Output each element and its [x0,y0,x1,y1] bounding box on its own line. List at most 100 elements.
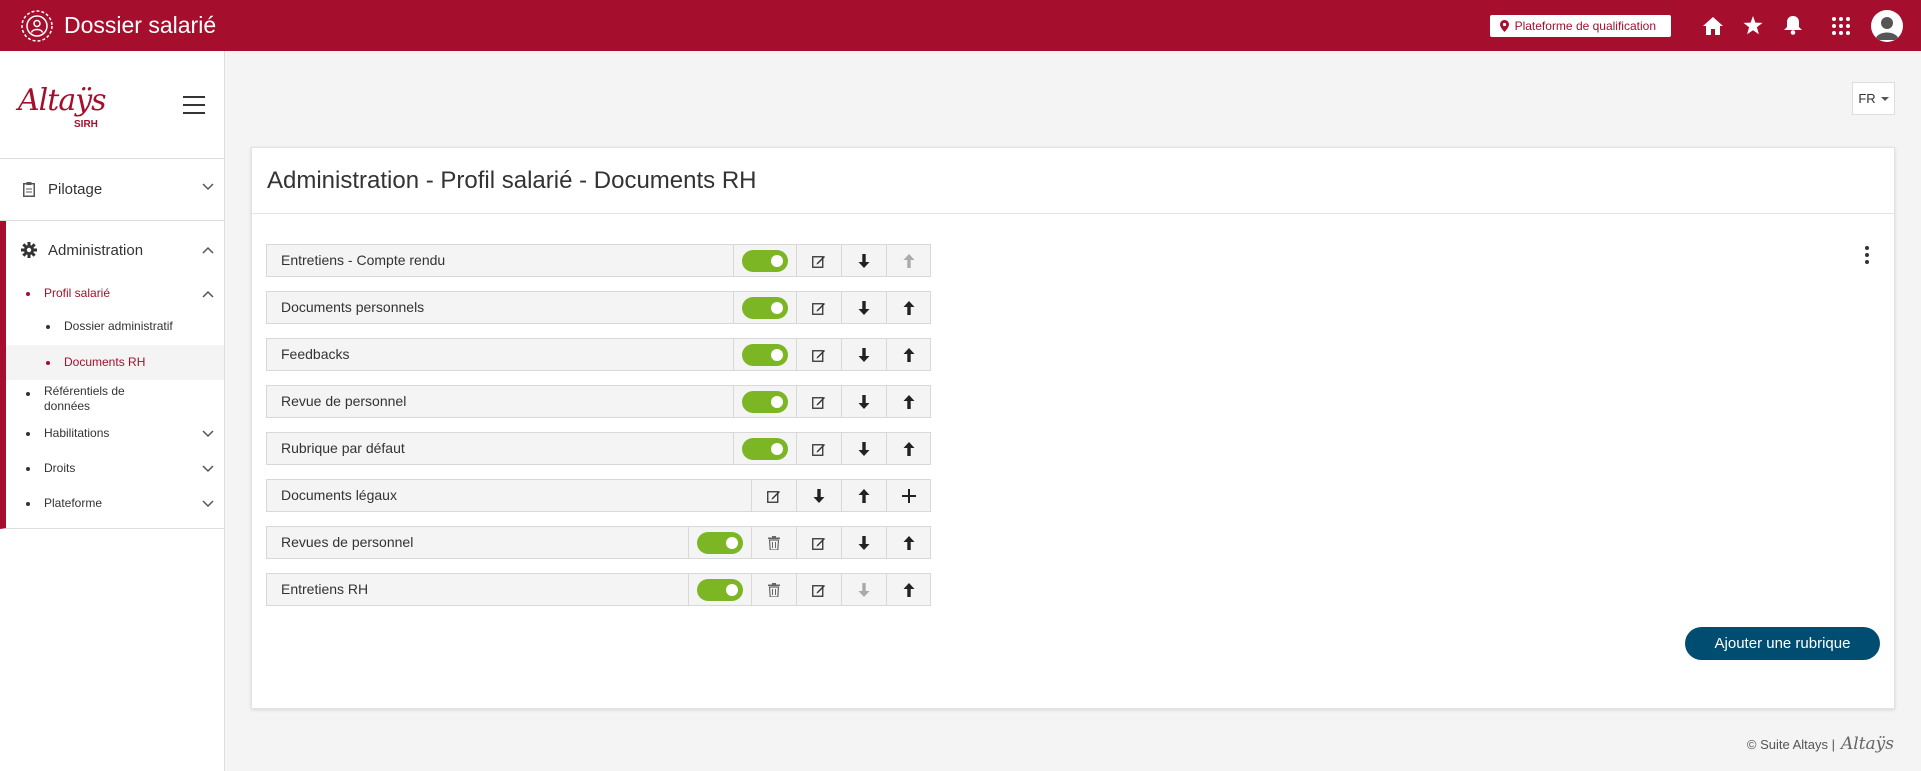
enabled-toggle[interactable] [741,343,788,366]
toggle-cell[interactable] [733,292,795,323]
move-down-button[interactable] [841,292,885,323]
more-options-icon[interactable] [1864,246,1870,264]
page-title: Administration - Profil salarié - Docume… [252,148,1894,214]
move-down-button[interactable] [841,527,885,558]
toggle-cell[interactable] [733,386,795,417]
rubrique-label: Documents personnels [281,299,425,315]
delete-button[interactable] [751,574,795,605]
sidebar-item-dossier-administratif[interactable]: Dossier administratif [6,309,224,345]
arrow-down-icon [858,394,869,409]
move-down-button[interactable] [841,386,885,417]
sidebar-section-administration[interactable]: Administration [6,221,224,279]
chevron-down-icon [202,430,214,438]
sidebar-section-administration-block: Administration Profil salarié Dossier ad… [0,221,224,529]
arrow-up-icon [903,535,914,550]
arrow-up-icon [903,582,914,597]
user-profile-icon [20,9,54,43]
sidebar-item-plateforme[interactable]: Plateforme [6,486,224,521]
avatar[interactable] [1871,9,1903,42]
sidebar-item-profil-salarie[interactable]: Profil salarié [6,279,224,309]
edit-icon [811,584,825,597]
move-down-button[interactable] [841,574,885,605]
sidebar-section-pilotage[interactable]: Pilotage [0,159,224,221]
enabled-toggle[interactable] [741,296,788,319]
move-down-button[interactable] [841,245,885,276]
sidebar-item-documents-rh[interactable]: Documents RH [6,345,224,380]
top-bar: Dossier salarié Plateforme de qualificat… [0,0,1921,51]
environment-label: Plateforme de qualification [1514,18,1656,33]
chevron-up-icon [202,290,214,298]
rubrique-row: Feedbacks [266,338,931,371]
edit-button[interactable] [751,480,795,511]
arrow-down-icon [858,300,869,315]
arrow-down-icon [858,441,869,456]
edit-button[interactable] [796,292,840,323]
trash-icon [767,535,780,550]
delete-button[interactable] [751,527,795,558]
move-up-button[interactable] [886,339,930,370]
arrow-up-icon [903,441,914,456]
add-subitem-button[interactable] [886,480,930,511]
language-select[interactable]: FR [1852,82,1895,115]
enabled-toggle[interactable] [696,531,743,554]
trash-icon [767,582,780,597]
sidebar-item-droits[interactable]: Droits [6,451,224,486]
move-up-button[interactable] [886,245,930,276]
home-icon[interactable] [1693,0,1733,51]
bell-icon[interactable] [1773,0,1813,51]
altays-logo: Altaÿs SIRH [18,83,107,130]
chevron-down-icon [202,183,214,191]
footer: © Suite Altays | Altaÿs [1747,734,1894,754]
menu-toggle-icon[interactable] [183,96,205,114]
move-up-button[interactable] [886,386,930,417]
main-card: Administration - Profil salarié - Docume… [251,147,1895,709]
add-rubrique-button[interactable]: Ajouter une rubrique [1685,627,1880,660]
move-down-button[interactable] [796,480,840,511]
toggle-cell[interactable] [733,433,795,464]
toggle-cell[interactable] [688,574,750,605]
edit-button[interactable] [796,386,840,417]
move-up-button[interactable] [886,574,930,605]
rubrique-label: Revues de personnel [281,534,414,550]
rubrique-row: Entretiens RH [266,573,931,606]
logo-script: Altaÿs [18,83,107,118]
toggle-cell[interactable] [733,339,795,370]
toggle-cell[interactable] [733,245,795,276]
rubrique-label: Documents légaux [281,487,397,503]
move-up-button[interactable] [886,527,930,558]
edit-button[interactable] [796,574,840,605]
arrow-down-icon [858,347,869,362]
edit-button[interactable] [796,527,840,558]
sidebar-item-habilitations[interactable]: Habilitations [6,416,224,451]
sidebar-item-label: Dossier administratif [64,319,173,333]
edit-icon [811,537,825,550]
rubrique-row: Rubrique par défaut [266,432,931,465]
enabled-toggle[interactable] [741,437,788,460]
move-up-button[interactable] [886,292,930,323]
toggle-cell[interactable] [688,527,750,558]
edit-button[interactable] [796,433,840,464]
enabled-toggle[interactable] [696,578,743,601]
map-pin-icon [1499,19,1509,32]
edit-icon [811,255,825,268]
sidebar-section-label: Pilotage [48,181,103,198]
move-up-button[interactable] [841,480,885,511]
rubrique-row: Revue de personnel [266,385,931,418]
logo-sirh: SIRH [74,119,98,130]
footer-text: © Suite Altays | [1746,736,1835,752]
enabled-toggle[interactable] [741,390,788,413]
move-up-button[interactable] [886,433,930,464]
move-down-button[interactable] [841,339,885,370]
edit-button[interactable] [796,245,840,276]
environment-badge: Plateforme de qualification [1489,14,1671,37]
rubrique-label: Revue de personnel [281,393,407,409]
gear-icon [20,242,38,258]
apps-grid-icon[interactable] [1821,0,1861,51]
move-down-button[interactable] [841,433,885,464]
edit-button[interactable] [796,339,840,370]
rubrique-label: Rubrique par défaut [281,440,405,456]
rubrique-label: Feedbacks [281,346,350,362]
enabled-toggle[interactable] [741,249,788,272]
sidebar-item-referentiels[interactable]: Référentiels de données [6,380,224,416]
star-icon[interactable] [1733,0,1773,51]
